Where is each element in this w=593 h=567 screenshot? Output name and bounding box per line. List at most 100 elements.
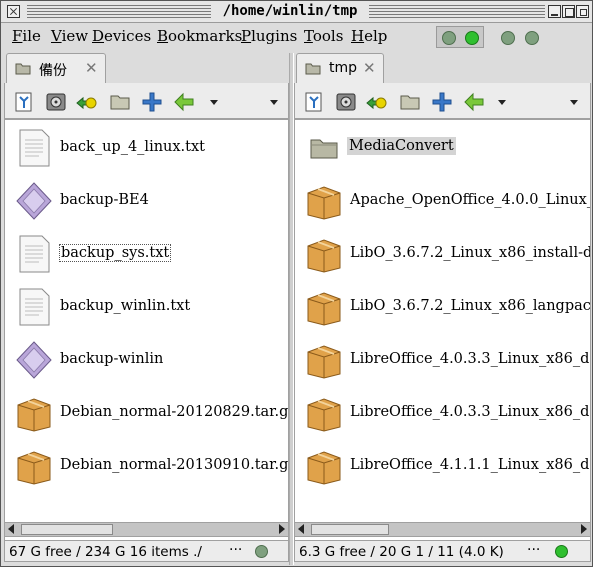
add-icon[interactable] [431,91,453,113]
list-item[interactable]: LibreOffice_4.0.3.3_Linux_x86_deb [295,386,590,439]
status-text: 6.3 G free / 20 G 1 / 11 (4.0 K) [299,544,504,560]
back-arrow-icon[interactable] [463,91,485,113]
list-item[interactable]: backup-BE4 [5,174,288,227]
list-item[interactable]: LibO_3.6.7.2_Linux_x86_install-deb [295,227,590,280]
back-arrow-icon[interactable] [173,91,195,113]
left-pane: 備份 ✕ back_up_4_linux.txt backup-BE4 back… [4,53,289,565]
menu-plugins[interactable]: Plugins [241,27,297,45]
folder-icon [305,63,321,75]
properties-icon[interactable] [13,91,35,113]
diamond-file-icon [16,341,52,379]
status-led-icon [255,545,268,558]
list-item[interactable]: Debian_normal-20120829.tar.gz [5,386,288,439]
file-name-highlighted: MediaConvert [347,137,456,155]
titlebar-stripes [369,5,545,18]
menu-file[interactable]: File [12,27,41,45]
titlebar[interactable]: /home/winlin/tmp [1,1,592,23]
toolbar-menu-dropdown-icon[interactable] [263,91,285,113]
status-led-icon [555,545,568,558]
file-name: LibO_3.6.7.2_Linux_x86_install-deb [350,245,591,261]
file-manager-window: /home/winlin/tmp File View Devices Bookm… [0,0,593,567]
right-status-bar: 6.3 G free / 20 G 1 / 11 (4.0 K) ··· [294,540,591,562]
tab-label: tmp [329,60,358,76]
file-name: backup_winlin.txt [60,298,191,314]
maximize-window-icon[interactable] [562,5,575,18]
tab-backup[interactable]: 備份 ✕ [6,53,106,83]
disk-icon[interactable] [335,91,357,113]
restore-window-icon[interactable] [576,5,589,18]
file-name: LibreOffice_4.0.3.3_Linux_x86_deb [350,404,591,420]
file-name: Apache_OpenOffice_4.0.0_Linux_x8 [350,192,591,208]
mount-green-icon[interactable] [365,91,387,113]
list-item[interactable]: backup-winlin [5,333,288,386]
scroll-left-icon[interactable] [8,524,14,534]
file-name: backup-winlin [60,351,164,367]
disk-icon[interactable] [45,91,67,113]
right-toolbar [294,83,591,119]
scroll-right-icon[interactable] [581,524,587,534]
list-item[interactable]: Apache_OpenOffice_4.0.0_Linux_x8 [295,174,590,227]
archive-box-icon [17,398,51,432]
add-icon[interactable] [141,91,163,113]
diamond-file-icon [16,182,52,220]
list-item[interactable]: Debian_normal-20130910.tar.gz [5,439,288,492]
status-text: 67 G free / 234 G 16 items ./ [9,544,202,560]
folder-icon [15,63,31,75]
new-folder-icon[interactable] [399,91,421,113]
left-status-bar: 67 G free / 234 G 16 items ./ ··· [4,540,289,562]
list-item[interactable]: MediaConvert [295,121,590,174]
left-file-list[interactable]: back_up_4_linux.txt backup-BE4 backup_sy… [4,119,289,561]
scroll-right-icon[interactable] [279,524,285,534]
menu-view[interactable]: View [51,27,88,45]
file-name: LibreOffice_4.1.1.1_Linux_x86_deb [350,457,591,473]
close-window-icon[interactable] [7,5,20,18]
file-name: Debian_normal-20120829.tar.gz [60,404,289,420]
window-title: /home/winlin/tmp [222,3,358,19]
left-pane-indicator-icon[interactable] [442,31,456,45]
menu-tools[interactable]: Tools [304,27,343,45]
list-item[interactable]: back_up_4_linux.txt [5,121,288,174]
left-panel-dot-icon[interactable] [501,31,515,45]
minimize-window-icon[interactable] [548,5,561,18]
file-name: LibO_3.6.7.2_Linux_x86_langpack-d [350,298,591,314]
right-file-list[interactable]: MediaConvert Apache_OpenOffice_4.0.0_Lin… [294,119,591,561]
properties-icon[interactable] [303,91,325,113]
history-dropdown-icon[interactable] [491,91,513,113]
file-name: backup-BE4 [60,192,149,208]
text-file-icon [19,288,50,326]
archive-box-icon [307,451,341,485]
scroll-thumb[interactable] [21,524,113,535]
close-tab-icon[interactable]: ✕ [85,59,98,77]
list-item[interactable]: backup_sys.txt [5,227,288,280]
archive-box-icon [307,292,341,326]
list-item[interactable]: backup_winlin.txt [5,280,288,333]
text-file-icon [19,129,50,167]
mount-green-icon[interactable] [75,91,97,113]
tab-tmp[interactable]: tmp ✕ [296,53,384,83]
left-toolbar [4,83,289,119]
file-name: back_up_4_linux.txt [60,139,205,155]
left-horizontal-scrollbar[interactable] [4,522,289,537]
menu-help[interactable]: Help [351,27,387,45]
archive-box-icon [307,239,341,273]
right-panel-dot-icon[interactable] [525,31,539,45]
scroll-left-icon[interactable] [298,524,304,534]
folder-icon [310,139,338,159]
list-item[interactable]: LibreOffice_4.1.1.1_Linux_x86_deb [295,439,590,492]
more-icon[interactable]: ··· [527,542,540,558]
list-item[interactable]: LibO_3.6.7.2_Linux_x86_langpack-d [295,280,590,333]
file-name: Debian_normal-20130910.tar.gz [60,457,289,473]
scroll-thumb[interactable] [311,524,389,535]
list-item[interactable]: LibreOffice_4.0.3.3_Linux_x86_deb [295,333,590,386]
toolbar-menu-dropdown-icon[interactable] [563,91,585,113]
more-icon[interactable]: ··· [229,542,242,558]
menu-bookmarks[interactable]: Bookmarks [157,27,242,45]
right-horizontal-scrollbar[interactable] [294,522,591,537]
menu-devices[interactable]: Devices [92,27,151,45]
close-tab-icon[interactable]: ✕ [363,59,376,77]
right-pane-indicator-icon[interactable] [465,31,479,45]
history-dropdown-icon[interactable] [203,91,225,113]
archive-box-icon [307,345,341,379]
new-folder-icon[interactable] [109,91,131,113]
right-pane: tmp ✕ MediaConvert Apache_OpenOffice_4.0… [294,53,591,565]
